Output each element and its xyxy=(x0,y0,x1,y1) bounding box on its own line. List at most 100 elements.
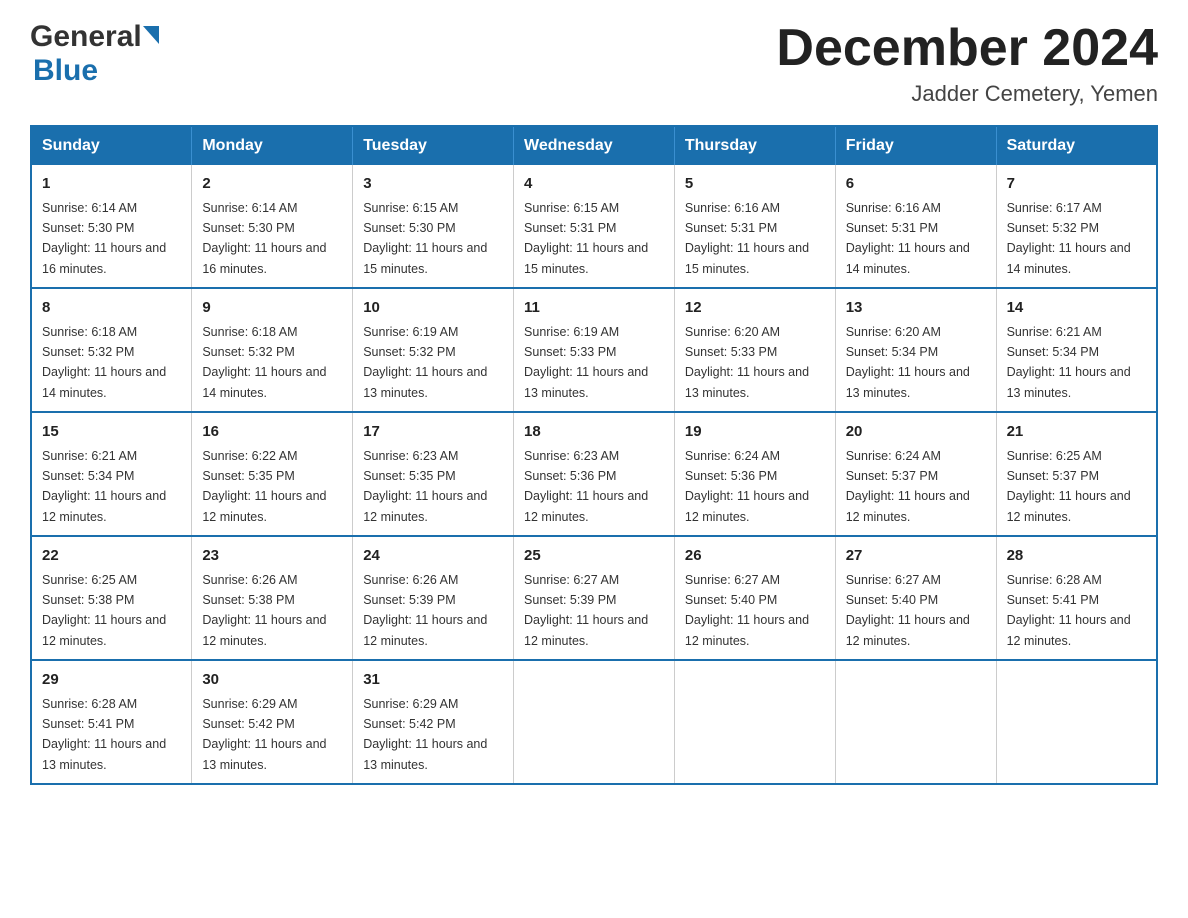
day-number: 1 xyxy=(42,173,181,196)
day-number: 12 xyxy=(685,297,825,320)
page-header: General Blue December 2024 Jadder Cemete… xyxy=(30,20,1158,107)
day-number: 20 xyxy=(846,421,986,444)
table-row: 25 Sunrise: 6:27 AMSunset: 5:39 PMDaylig… xyxy=(514,536,675,660)
calendar-title: December 2024 xyxy=(776,20,1158,77)
table-row: 17 Sunrise: 6:23 AMSunset: 5:35 PMDaylig… xyxy=(353,412,514,536)
table-row: 6 Sunrise: 6:16 AMSunset: 5:31 PMDayligh… xyxy=(835,165,996,288)
table-row xyxy=(996,660,1157,784)
day-number: 8 xyxy=(42,297,181,320)
day-info: Sunrise: 6:26 AMSunset: 5:39 PMDaylight:… xyxy=(363,573,487,648)
day-info: Sunrise: 6:25 AMSunset: 5:37 PMDaylight:… xyxy=(1007,449,1131,524)
day-info: Sunrise: 6:23 AMSunset: 5:35 PMDaylight:… xyxy=(363,449,487,524)
logo-general-text: General xyxy=(30,20,142,54)
day-info: Sunrise: 6:27 AMSunset: 5:39 PMDaylight:… xyxy=(524,573,648,648)
day-number: 6 xyxy=(846,173,986,196)
day-number: 7 xyxy=(1007,173,1146,196)
day-info: Sunrise: 6:29 AMSunset: 5:42 PMDaylight:… xyxy=(202,697,326,772)
day-info: Sunrise: 6:29 AMSunset: 5:42 PMDaylight:… xyxy=(363,697,487,772)
day-number: 17 xyxy=(363,421,503,444)
day-info: Sunrise: 6:28 AMSunset: 5:41 PMDaylight:… xyxy=(42,697,166,772)
day-number: 18 xyxy=(524,421,664,444)
logo-blue-text: Blue xyxy=(33,54,98,87)
table-row: 5 Sunrise: 6:16 AMSunset: 5:31 PMDayligh… xyxy=(674,165,835,288)
day-info: Sunrise: 6:22 AMSunset: 5:35 PMDaylight:… xyxy=(202,449,326,524)
day-number: 16 xyxy=(202,421,342,444)
day-number: 9 xyxy=(202,297,342,320)
col-friday: Friday xyxy=(835,126,996,165)
col-thursday: Thursday xyxy=(674,126,835,165)
logo-arrow-icon xyxy=(143,26,159,44)
day-number: 19 xyxy=(685,421,825,444)
table-row: 13 Sunrise: 6:20 AMSunset: 5:34 PMDaylig… xyxy=(835,288,996,412)
table-row: 2 Sunrise: 6:14 AMSunset: 5:30 PMDayligh… xyxy=(192,165,353,288)
table-row: 4 Sunrise: 6:15 AMSunset: 5:31 PMDayligh… xyxy=(514,165,675,288)
day-info: Sunrise: 6:18 AMSunset: 5:32 PMDaylight:… xyxy=(202,325,326,400)
day-info: Sunrise: 6:20 AMSunset: 5:34 PMDaylight:… xyxy=(846,325,970,400)
day-info: Sunrise: 6:21 AMSunset: 5:34 PMDaylight:… xyxy=(1007,325,1131,400)
table-row: 14 Sunrise: 6:21 AMSunset: 5:34 PMDaylig… xyxy=(996,288,1157,412)
calendar-week-row: 22 Sunrise: 6:25 AMSunset: 5:38 PMDaylig… xyxy=(31,536,1157,660)
table-row: 10 Sunrise: 6:19 AMSunset: 5:32 PMDaylig… xyxy=(353,288,514,412)
table-row: 9 Sunrise: 6:18 AMSunset: 5:32 PMDayligh… xyxy=(192,288,353,412)
title-section: December 2024 Jadder Cemetery, Yemen xyxy=(776,20,1158,107)
calendar-week-row: 29 Sunrise: 6:28 AMSunset: 5:41 PMDaylig… xyxy=(31,660,1157,784)
day-info: Sunrise: 6:21 AMSunset: 5:34 PMDaylight:… xyxy=(42,449,166,524)
calendar-table: Sunday Monday Tuesday Wednesday Thursday… xyxy=(30,125,1158,785)
day-number: 3 xyxy=(363,173,503,196)
day-info: Sunrise: 6:14 AMSunset: 5:30 PMDaylight:… xyxy=(202,201,326,276)
table-row: 18 Sunrise: 6:23 AMSunset: 5:36 PMDaylig… xyxy=(514,412,675,536)
day-info: Sunrise: 6:18 AMSunset: 5:32 PMDaylight:… xyxy=(42,325,166,400)
table-row: 19 Sunrise: 6:24 AMSunset: 5:36 PMDaylig… xyxy=(674,412,835,536)
table-row: 3 Sunrise: 6:15 AMSunset: 5:30 PMDayligh… xyxy=(353,165,514,288)
day-info: Sunrise: 6:26 AMSunset: 5:38 PMDaylight:… xyxy=(202,573,326,648)
calendar-week-row: 8 Sunrise: 6:18 AMSunset: 5:32 PMDayligh… xyxy=(31,288,1157,412)
day-info: Sunrise: 6:27 AMSunset: 5:40 PMDaylight:… xyxy=(846,573,970,648)
day-number: 10 xyxy=(363,297,503,320)
day-number: 25 xyxy=(524,545,664,568)
table-row: 8 Sunrise: 6:18 AMSunset: 5:32 PMDayligh… xyxy=(31,288,192,412)
day-number: 2 xyxy=(202,173,342,196)
day-number: 23 xyxy=(202,545,342,568)
table-row xyxy=(674,660,835,784)
logo: General Blue xyxy=(30,20,159,88)
calendar-header-row: Sunday Monday Tuesday Wednesday Thursday… xyxy=(31,126,1157,165)
day-number: 27 xyxy=(846,545,986,568)
day-number: 21 xyxy=(1007,421,1146,444)
day-info: Sunrise: 6:23 AMSunset: 5:36 PMDaylight:… xyxy=(524,449,648,524)
table-row: 15 Sunrise: 6:21 AMSunset: 5:34 PMDaylig… xyxy=(31,412,192,536)
day-number: 14 xyxy=(1007,297,1146,320)
table-row: 30 Sunrise: 6:29 AMSunset: 5:42 PMDaylig… xyxy=(192,660,353,784)
table-row: 16 Sunrise: 6:22 AMSunset: 5:35 PMDaylig… xyxy=(192,412,353,536)
day-number: 30 xyxy=(202,669,342,692)
table-row: 1 Sunrise: 6:14 AMSunset: 5:30 PMDayligh… xyxy=(31,165,192,288)
day-number: 24 xyxy=(363,545,503,568)
col-wednesday: Wednesday xyxy=(514,126,675,165)
day-info: Sunrise: 6:19 AMSunset: 5:32 PMDaylight:… xyxy=(363,325,487,400)
calendar-week-row: 15 Sunrise: 6:21 AMSunset: 5:34 PMDaylig… xyxy=(31,412,1157,536)
day-info: Sunrise: 6:16 AMSunset: 5:31 PMDaylight:… xyxy=(685,201,809,276)
calendar-week-row: 1 Sunrise: 6:14 AMSunset: 5:30 PMDayligh… xyxy=(31,165,1157,288)
day-info: Sunrise: 6:25 AMSunset: 5:38 PMDaylight:… xyxy=(42,573,166,648)
day-number: 15 xyxy=(42,421,181,444)
day-number: 4 xyxy=(524,173,664,196)
day-info: Sunrise: 6:14 AMSunset: 5:30 PMDaylight:… xyxy=(42,201,166,276)
calendar-location: Jadder Cemetery, Yemen xyxy=(776,81,1158,107)
day-info: Sunrise: 6:24 AMSunset: 5:36 PMDaylight:… xyxy=(685,449,809,524)
table-row: 29 Sunrise: 6:28 AMSunset: 5:41 PMDaylig… xyxy=(31,660,192,784)
table-row: 20 Sunrise: 6:24 AMSunset: 5:37 PMDaylig… xyxy=(835,412,996,536)
day-number: 29 xyxy=(42,669,181,692)
col-tuesday: Tuesday xyxy=(353,126,514,165)
col-sunday: Sunday xyxy=(31,126,192,165)
day-info: Sunrise: 6:27 AMSunset: 5:40 PMDaylight:… xyxy=(685,573,809,648)
day-info: Sunrise: 6:20 AMSunset: 5:33 PMDaylight:… xyxy=(685,325,809,400)
table-row: 12 Sunrise: 6:20 AMSunset: 5:33 PMDaylig… xyxy=(674,288,835,412)
day-number: 22 xyxy=(42,545,181,568)
col-monday: Monday xyxy=(192,126,353,165)
day-number: 13 xyxy=(846,297,986,320)
table-row xyxy=(514,660,675,784)
day-number: 11 xyxy=(524,297,664,320)
day-info: Sunrise: 6:15 AMSunset: 5:31 PMDaylight:… xyxy=(524,201,648,276)
table-row: 27 Sunrise: 6:27 AMSunset: 5:40 PMDaylig… xyxy=(835,536,996,660)
table-row: 24 Sunrise: 6:26 AMSunset: 5:39 PMDaylig… xyxy=(353,536,514,660)
table-row: 23 Sunrise: 6:26 AMSunset: 5:38 PMDaylig… xyxy=(192,536,353,660)
